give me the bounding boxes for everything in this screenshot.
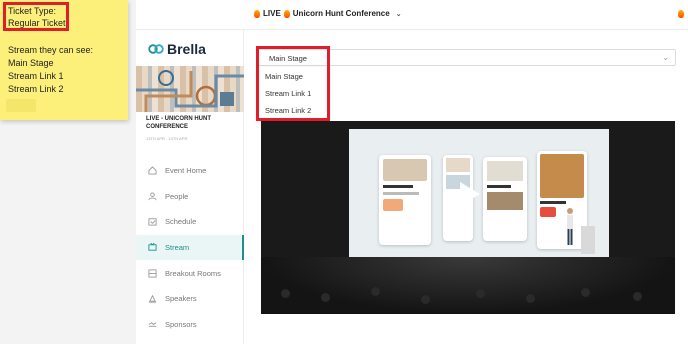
audience-head bbox=[476, 289, 485, 298]
note-smudge bbox=[6, 99, 36, 112]
audience-head bbox=[281, 289, 290, 298]
speaker-icon bbox=[148, 294, 157, 303]
fire-icon bbox=[254, 9, 260, 18]
sidebar-nav: Event Home People Schedule Stream Breako… bbox=[136, 158, 244, 337]
stream-select[interactable]: Main Stage ⌄ bbox=[258, 49, 676, 66]
brella-app: LIVE Unicorn Hunt Conference ⌄ Brella LI… bbox=[136, 0, 688, 344]
presenter-figure bbox=[567, 208, 573, 245]
streams-heading: Stream they can see: bbox=[8, 45, 94, 55]
sidebar-item-speakers[interactable]: Speakers bbox=[136, 286, 244, 312]
stream-dropdown-menu: Main Stage Stream Link 1 Stream Link 2 bbox=[258, 67, 328, 121]
event-name: LIVE - UNICORN HUNT CONFERENCE bbox=[146, 116, 211, 130]
sidebar-item-breakout-rooms[interactable]: Breakout Rooms bbox=[136, 260, 244, 286]
dropdown-option-stream-link-1[interactable]: Stream Link 1 bbox=[265, 89, 311, 98]
ticket-type-label: Ticket Type: bbox=[8, 6, 57, 16]
stream-panel: Main Stage ⌄ Main Stage Stream Link 1 St… bbox=[244, 30, 688, 344]
rooms-icon bbox=[148, 269, 157, 278]
sidebar-item-sponsors[interactable]: Sponsors bbox=[136, 312, 244, 338]
sticky-note: Ticket Type: Regular Ticket Stream they … bbox=[0, 0, 128, 120]
sidebar-item-label: Stream bbox=[165, 243, 190, 253]
dropdown-option-stream-link-2[interactable]: Stream Link 2 bbox=[265, 106, 311, 115]
tv-icon bbox=[148, 243, 157, 252]
dropdown-option-main-stage[interactable]: Main Stage bbox=[265, 72, 303, 81]
sidebar-item-schedule[interactable]: Schedule bbox=[136, 209, 244, 235]
event-dates: 13TH APR - 14TH APR bbox=[146, 136, 188, 141]
event-switcher[interactable]: LIVE Unicorn Hunt Conference ⌄ bbox=[254, 9, 402, 18]
brella-logo[interactable]: Brella bbox=[148, 41, 206, 57]
sidebar-item-label: Sponsors bbox=[165, 319, 197, 329]
audience-head bbox=[421, 295, 430, 304]
stream-video-player[interactable] bbox=[261, 121, 675, 314]
stream-entry: Stream Link 1 bbox=[8, 71, 64, 81]
stream-select-value: Main Stage bbox=[269, 54, 307, 63]
stream-entry: Main Stage bbox=[8, 58, 54, 68]
sidebar-item-stream[interactable]: Stream bbox=[136, 234, 244, 261]
audience-head bbox=[526, 294, 535, 303]
brella-mark-icon bbox=[148, 44, 164, 54]
sidebar-item-label: Speakers bbox=[165, 294, 197, 304]
sidebar-item-label: Event Home bbox=[165, 166, 207, 176]
app-mockup bbox=[483, 157, 527, 241]
calendar-icon bbox=[148, 217, 157, 227]
audience bbox=[261, 257, 675, 314]
sidebar-item-event-home[interactable]: Event Home bbox=[136, 158, 244, 184]
audience-head bbox=[633, 292, 642, 301]
brand-name: Brella bbox=[167, 41, 206, 57]
top-bar: LIVE Unicorn Hunt Conference ⌄ bbox=[136, 0, 688, 30]
audience-head bbox=[581, 288, 590, 297]
sidebar-item-label: People bbox=[165, 191, 189, 201]
sidebar-item-label: Schedule bbox=[165, 217, 197, 227]
app-mockup bbox=[379, 155, 431, 245]
sidebar: Brella LIVE - UNICORN HUNT CONFERENCE 13… bbox=[136, 30, 244, 344]
chevron-down-icon: ⌄ bbox=[395, 10, 402, 18]
screenshot-root: Ticket Type: Regular Ticket Stream they … bbox=[0, 0, 688, 344]
event-banner-art bbox=[136, 66, 244, 112]
podium bbox=[581, 226, 595, 254]
chevron-down-icon: ⌄ bbox=[662, 53, 669, 62]
sidebar-item-people[interactable]: People bbox=[136, 184, 244, 210]
audience-head bbox=[321, 293, 330, 302]
ticket-type-value: Regular Ticket bbox=[8, 18, 66, 28]
event-title: Unicorn Hunt Conference bbox=[292, 9, 390, 18]
people-icon bbox=[148, 192, 157, 201]
audience-head bbox=[371, 287, 380, 296]
fire-icon bbox=[283, 9, 290, 18]
fire-icon bbox=[678, 10, 684, 18]
home-icon bbox=[148, 166, 157, 175]
live-label: LIVE bbox=[263, 9, 281, 18]
play-icon[interactable] bbox=[451, 177, 485, 211]
app-mockup bbox=[537, 151, 587, 249]
stream-entry: Stream Link 2 bbox=[8, 84, 64, 94]
handshake-icon bbox=[148, 320, 157, 329]
sidebar-item-label: Breakout Rooms bbox=[165, 268, 221, 278]
